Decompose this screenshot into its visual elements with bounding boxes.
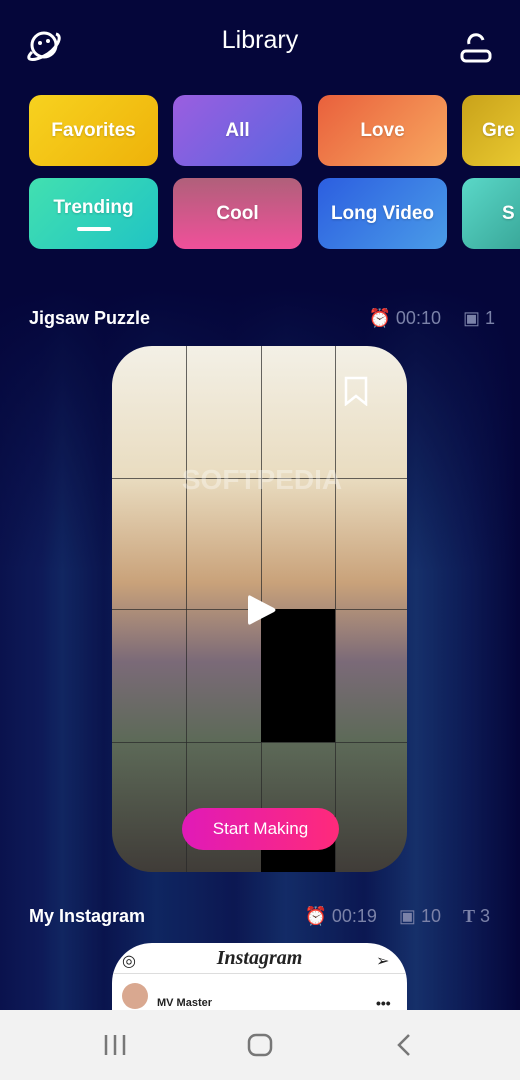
category-label: Gre — [482, 119, 515, 141]
category-label: Cool — [216, 202, 259, 224]
jigsaw-preview-card[interactable]: SOFTPEDIA — [112, 346, 407, 872]
bookmark-icon[interactable] — [344, 376, 368, 406]
more-icon: ••• — [376, 995, 391, 1010]
avatar — [122, 983, 148, 1009]
category-label: S — [502, 202, 515, 224]
category-s[interactable]: S — [462, 178, 520, 249]
image-icon: ▣ — [462, 308, 480, 328]
category-label: Love — [360, 119, 405, 141]
category-all[interactable]: All — [173, 95, 302, 166]
alarm-icon: ⏰ — [304, 906, 327, 926]
profile-icon[interactable] — [459, 30, 493, 64]
category-label: Favorites — [51, 119, 136, 141]
watermark: SOFTPEDIA — [181, 464, 343, 495]
alarm-icon: ⏰ — [368, 308, 391, 328]
image-count: 10 — [420, 906, 441, 926]
section-title: My Instagram — [29, 906, 146, 926]
system-nav-bar — [0, 1010, 520, 1080]
category-label: Long Video — [330, 202, 435, 224]
category-label: Trending — [53, 196, 134, 218]
section-meta: ⏰ 00:19 ▣ 10 T3 — [304, 906, 490, 927]
missing-tile — [261, 609, 335, 742]
category-trending[interactable]: Trending — [29, 178, 158, 249]
category-greetings[interactable]: Gre — [462, 95, 520, 166]
text-icon: T — [462, 906, 475, 926]
selected-indicator — [76, 226, 111, 231]
username: MV Master — [157, 997, 213, 1009]
category-favorites[interactable]: Favorites — [29, 95, 158, 166]
instagram-logo: Instagram — [216, 947, 303, 969]
category-cool[interactable]: Cool — [173, 178, 302, 249]
image-count: 1 — [484, 308, 495, 328]
recent-apps-icon[interactable] — [103, 1034, 127, 1056]
category-long-video[interactable]: Long Video — [318, 178, 447, 249]
duration: 00:19 — [331, 906, 377, 926]
category-love[interactable]: Love — [318, 95, 447, 166]
page-title: Library — [221, 26, 299, 54]
send-icon: ➢ — [376, 953, 390, 970]
instagram-preview-card[interactable]: ◎ Instagram ➢ MV Master ••• — [112, 943, 407, 1010]
text-count: 3 — [479, 906, 490, 926]
back-icon[interactable] — [396, 1033, 412, 1057]
category-label: All — [225, 119, 250, 141]
section-meta: ⏰ 00:10 ▣ 1 — [369, 308, 496, 329]
play-icon[interactable] — [245, 593, 277, 627]
home-icon[interactable] — [247, 1033, 273, 1057]
start-making-button[interactable]: Start Making — [182, 808, 339, 850]
duration: 00:10 — [395, 308, 441, 328]
image-icon: ▣ — [398, 906, 416, 926]
section-title: Jigsaw Puzzle — [29, 308, 151, 328]
